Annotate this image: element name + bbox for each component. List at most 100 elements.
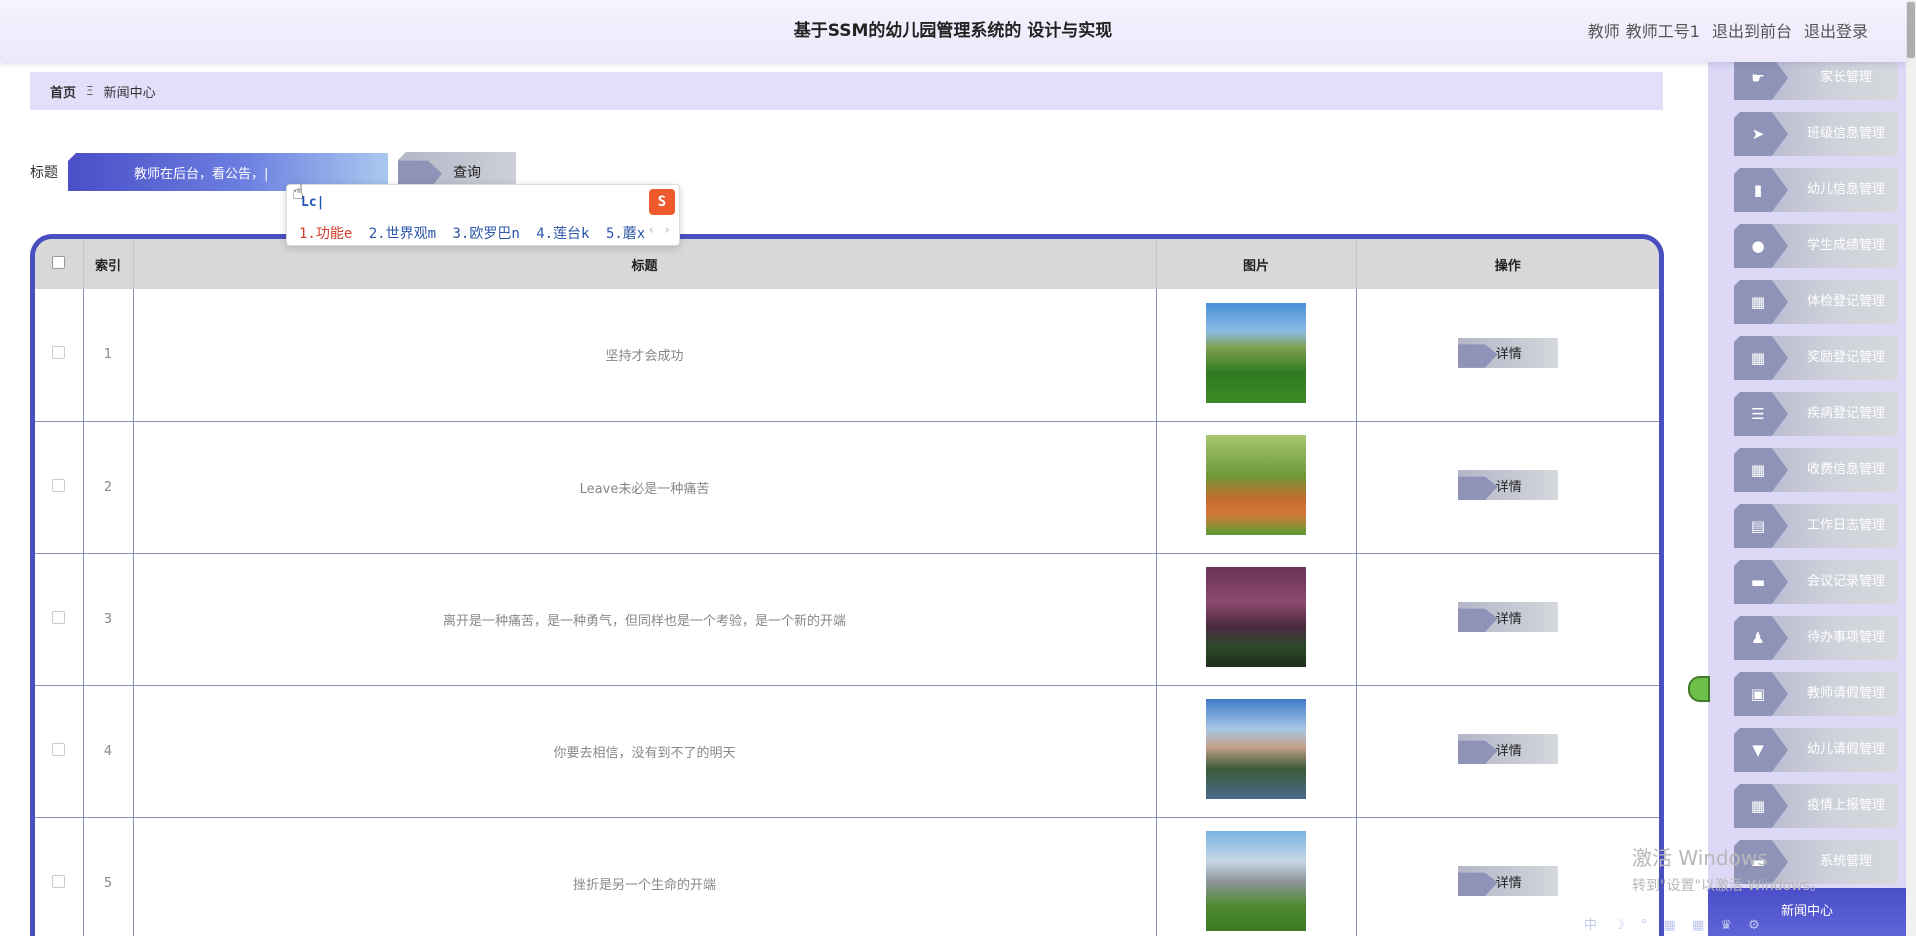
sidebar-item-todo[interactable]: ♟ 待办事项管理 — [1734, 616, 1898, 660]
column-header-actions: 操作 — [1356, 239, 1659, 289]
ime-candidate[interactable]: 2.世界观m — [369, 226, 436, 242]
table-row: 2 Leave未必是一种痛苦 详情 — [35, 421, 1659, 554]
paper-plane-icon: ➤ — [1751, 125, 1765, 143]
row-index: 5 — [83, 817, 134, 936]
detail-button[interactable]: 详情 — [1457, 470, 1558, 500]
button-tag-icon — [1457, 740, 1498, 764]
table-header-row: 索引 标题 图片 操作 — [35, 239, 1659, 289]
grid-icon: ▦ — [1750, 293, 1766, 311]
bar-chart-icon: ▮ — [1753, 181, 1763, 199]
select-all-header — [35, 239, 84, 289]
row-index: 2 — [83, 421, 134, 554]
ime-candidate[interactable]: 1.功能e — [299, 226, 352, 242]
breadcrumb: 首页 Ξ 新闻中心 — [30, 72, 1663, 110]
sidebar-item-child-leave[interactable]: ▼ 幼儿请假管理 — [1734, 728, 1898, 772]
ime-candidate[interactable]: 5.蘑x — [606, 226, 645, 242]
ime-page-arrows-icon[interactable]: ‹ › — [648, 223, 671, 238]
row-index: 4 — [83, 685, 134, 818]
column-header-index: 索引 — [83, 239, 134, 289]
detail-button[interactable]: 详情 — [1457, 734, 1558, 764]
detail-button[interactable]: 详情 — [1457, 866, 1558, 896]
sidebar-item-label: 会议记录管理 — [1806, 574, 1885, 589]
row-checkbox[interactable] — [52, 610, 66, 624]
sidebar-item-epidemic[interactable]: ▦ 疫情上报管理 — [1734, 784, 1898, 828]
windows-activation-watermark: 激活 Windows 转到"设置"以激活 Windows。 — [1632, 842, 1824, 895]
sidebar-item-illness[interactable]: ☰ 疾病登记管理 — [1734, 392, 1898, 436]
ime-candidate-popup: Lc| S 1.功能e 2.世界观m 3.欧罗巴n 4.莲台k 5.蘑x ‹ › — [286, 184, 680, 246]
sidebar-item-label: 工作日志管理 — [1806, 518, 1885, 533]
row-title: 你要去相信，没有到不了的明天 — [133, 685, 1157, 818]
breadcrumb-home[interactable]: 首页 — [50, 82, 76, 101]
table-row: 5 挫折是另一个生命的开端 详情 — [35, 817, 1659, 936]
ime-candidate[interactable]: 4.莲台k — [536, 226, 589, 242]
ime-candidate[interactable]: 3.欧罗巴n — [452, 226, 519, 242]
sidebar-item-rewards[interactable]: ▦ 奖励登记管理 — [1734, 336, 1898, 380]
sidebar-item-label: 幼儿请假管理 — [1806, 742, 1885, 757]
row-title: Leave未必是一种痛苦 — [133, 421, 1157, 554]
breadcrumb-separator-icon: Ξ — [86, 84, 94, 98]
logout-link[interactable]: 退出登录 — [1804, 0, 1868, 64]
stamp-icon: ▼ — [1752, 741, 1764, 759]
top-header: 基于SSM的幼儿园管理系统的 设计与实现 教师 教师工号1 退出到前台 退出登录 — [0, 0, 1906, 62]
sidebar-item-label: 疫情上报管理 — [1806, 798, 1885, 813]
sidebar-item-fees[interactable]: ▦ 收费信息管理 — [1734, 448, 1898, 492]
grid-icon: ▦ — [1750, 349, 1766, 367]
page-scrollbar[interactable] — [1906, 0, 1916, 936]
row-checkbox[interactable] — [52, 874, 66, 888]
sidebar-item-work-log[interactable]: ▤ 工作日志管理 — [1734, 504, 1898, 548]
user-name: 教师工号1 — [1625, 22, 1700, 41]
row-checkbox[interactable] — [52, 742, 66, 756]
sidebar-item-parents[interactable]: ☛ 家长管理 — [1734, 62, 1898, 100]
ime-logo-icon[interactable]: S — [649, 189, 675, 215]
thumbs-up-icon: ☛ — [1751, 69, 1765, 87]
search-title-label: 标题 — [30, 165, 58, 181]
row-checkbox[interactable] — [52, 346, 66, 360]
sidebar-item-label: 家长管理 — [1819, 70, 1872, 85]
floating-widget-icon[interactable] — [1688, 676, 1710, 702]
lightbulb-icon: ● — [1751, 237, 1765, 255]
list-icon: ☰ — [1751, 405, 1765, 423]
row-index: 3 — [83, 553, 134, 686]
news-thumbnail — [1206, 699, 1306, 799]
sidebar-item-label: 学生成绩管理 — [1806, 238, 1885, 253]
button-tag-icon — [1457, 476, 1498, 500]
grid-icon: ▦ — [1750, 461, 1766, 479]
user-role: 教师 — [1587, 22, 1620, 41]
ime-composition: Lc| — [301, 195, 325, 210]
sidebar-item-child-info[interactable]: ▮ 幼儿信息管理 — [1734, 168, 1898, 212]
select-all-checkbox[interactable] — [52, 255, 66, 269]
sidebar-item-label: 收费信息管理 — [1806, 462, 1885, 477]
news-thumbnail — [1206, 302, 1306, 403]
sidebar-item-label: 幼儿信息管理 — [1806, 182, 1885, 197]
row-checkbox[interactable] — [52, 478, 66, 492]
news-thumbnail — [1206, 567, 1306, 667]
news-table-container: 索引 标题 图片 操作 1 坚持才会成功 详情 2 Leave未必是一种痛苦 详… — [30, 234, 1664, 936]
detail-button-label: 详情 — [1495, 611, 1522, 627]
search-button-label: 查询 — [453, 164, 481, 181]
sidebar-item-meetings[interactable]: ▬ 会议记录管理 — [1734, 560, 1898, 604]
sidebar-item-teacher-leave[interactable]: ▣ 教师请假管理 — [1734, 672, 1898, 716]
sidebar-item-label: 疾病登记管理 — [1806, 406, 1885, 421]
sidebar-item-class-info[interactable]: ➤ 班级信息管理 — [1734, 112, 1898, 156]
detail-button[interactable]: 详情 — [1457, 337, 1558, 368]
header-user-area: 教师 教师工号1 退出到前台 退出登录 — [1588, 0, 1868, 64]
column-header-image: 图片 — [1156, 239, 1357, 289]
exit-to-front-link[interactable]: 退出到前台 — [1712, 0, 1792, 64]
ime-toolbar-tray[interactable]: 中 ☽ ° ▦ ▦ ♛ ⚙ — [1584, 914, 1766, 933]
table-row: 4 你要去相信，没有到不了的明天 详情 — [35, 685, 1659, 818]
row-title: 坚持才会成功 — [133, 289, 1157, 422]
button-tag-icon — [1457, 608, 1498, 632]
news-thumbnail — [1206, 435, 1306, 535]
watermark-line2: 转到"设置"以激活 Windows。 — [1632, 878, 1824, 894]
detail-button-label: 详情 — [1495, 875, 1522, 891]
news-thumbnail — [1206, 831, 1306, 931]
detail-button[interactable]: 详情 — [1457, 602, 1558, 632]
sidebar-item-label: 班级信息管理 — [1806, 126, 1885, 141]
ime-candidate-list: 1.功能e 2.世界观m 3.欧罗巴n 4.莲台k 5.蘑x — [299, 223, 653, 243]
news-table: 索引 标题 图片 操作 1 坚持才会成功 详情 2 Leave未必是一种痛苦 详… — [35, 239, 1659, 936]
printer-icon: ▬ — [1750, 573, 1766, 591]
button-tag-icon — [1457, 344, 1498, 368]
sidebar-item-grades[interactable]: ● 学生成绩管理 — [1734, 224, 1898, 268]
row-title: 离开是一种痛苦，是一种勇气，但同样也是一个考验，是一个新的开端 — [133, 553, 1157, 686]
sidebar-item-health-check[interactable]: ▦ 体检登记管理 — [1734, 280, 1898, 324]
